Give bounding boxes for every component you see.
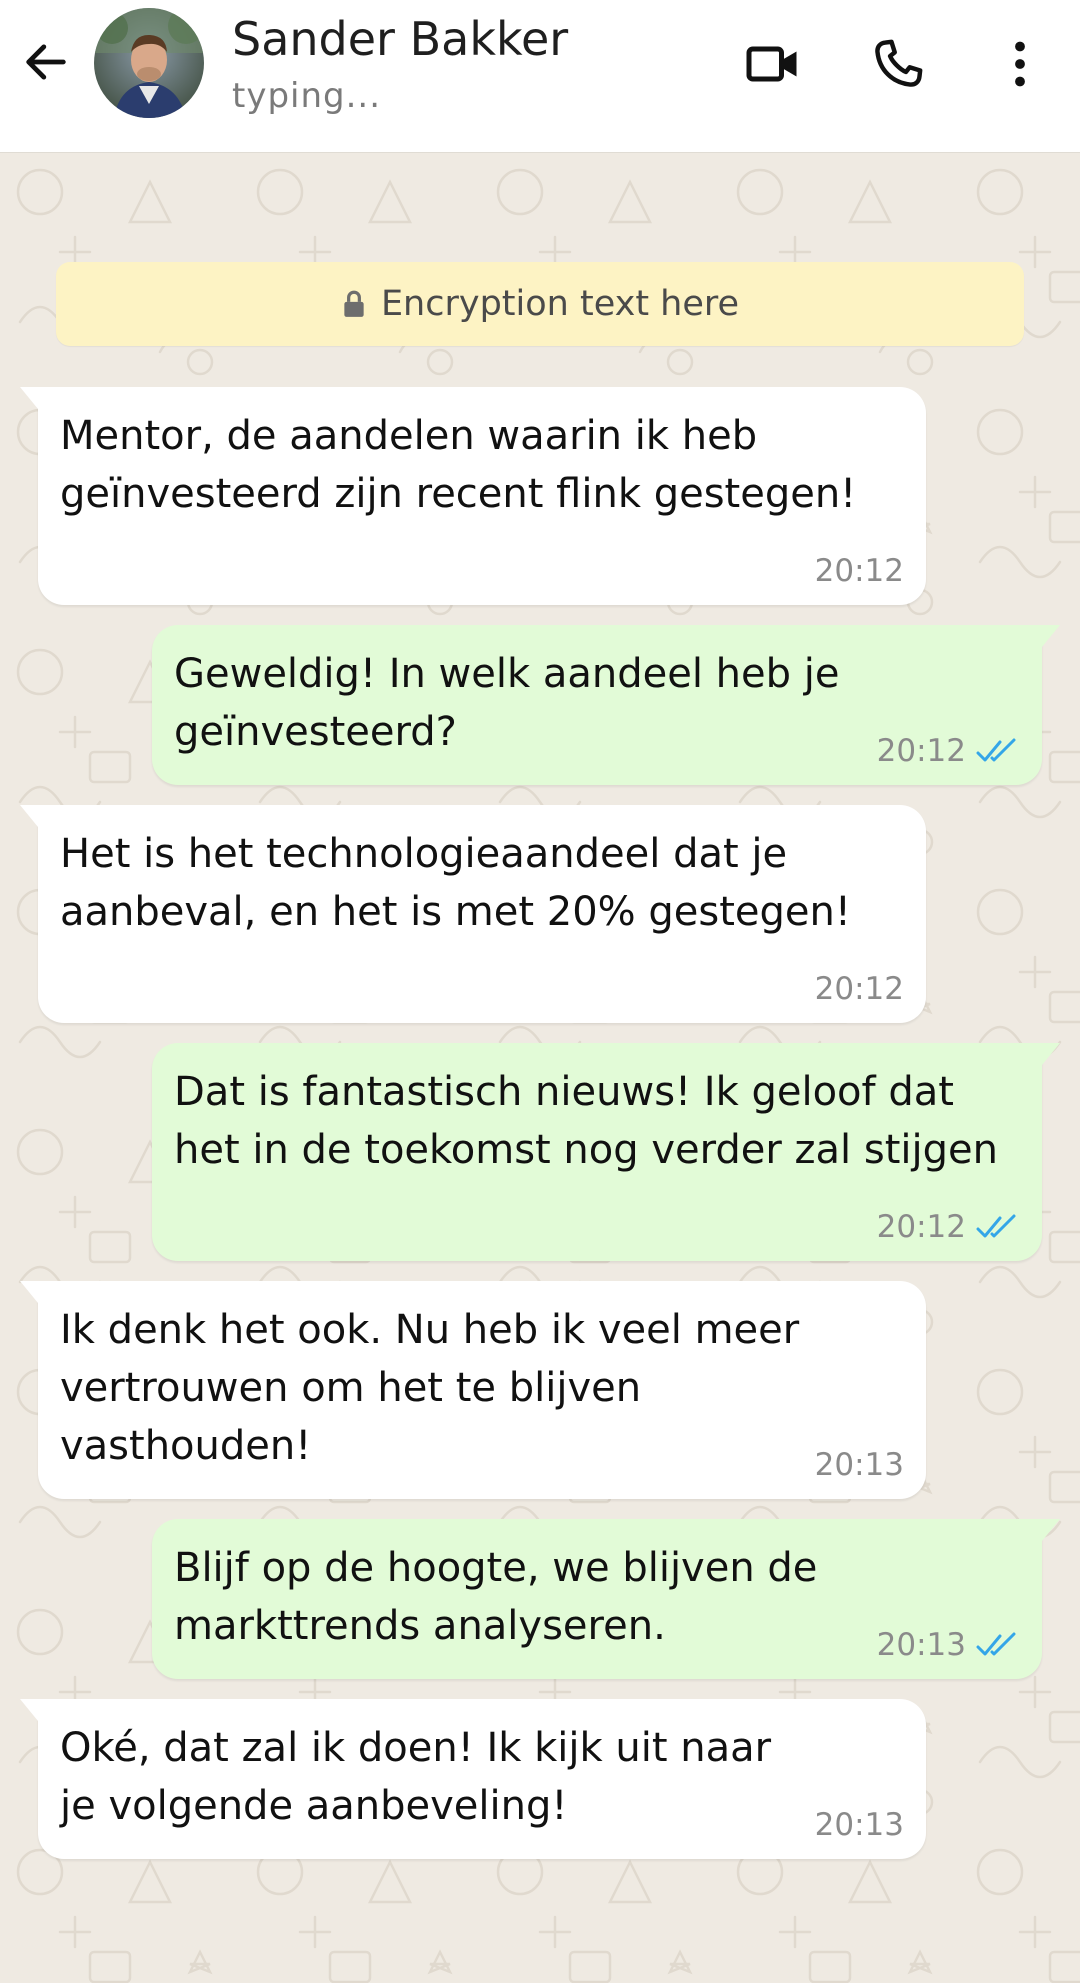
message-time: 20:13: [814, 1447, 904, 1483]
contact-name[interactable]: Sander Bakker: [232, 12, 568, 66]
encryption-text: Encryption text here: [380, 284, 740, 324]
message-text: Dat is fantastisch nieuws! Ik geloof dat…: [174, 1069, 998, 1173]
more-options-button[interactable]: [984, 28, 1056, 100]
lock-icon: [341, 289, 367, 319]
arrow-left-icon: [26, 44, 66, 80]
encryption-notice[interactable]: Encryption text here: [56, 262, 1024, 346]
voice-call-button[interactable]: [862, 28, 934, 100]
message-bubble-incoming[interactable]: Mentor, de aandelen waarin ik heb geïnve…: [20, 387, 926, 605]
message-meta: 20:12: [815, 971, 904, 1007]
avatar[interactable]: [94, 8, 204, 118]
message-text: Geweldig! In welk aandeel heb je geïnves…: [174, 651, 840, 755]
message-time: 20:13: [876, 1627, 966, 1663]
chat-header: Sander Bakker typing...: [0, 0, 1080, 152]
message-bubble-incoming[interactable]: Ik denk het ook. Nu heb ik veel meer ver…: [20, 1281, 926, 1499]
message-meta: 20:13: [815, 1447, 904, 1483]
message-time: 20:12: [876, 733, 966, 769]
message-bubble-incoming[interactable]: Het is het technologieaandeel dat je aan…: [20, 805, 926, 1023]
phone-icon: [875, 39, 923, 87]
message-meta: 20:12: [877, 733, 1020, 769]
message-meta: 20:13: [877, 1627, 1020, 1663]
back-button[interactable]: [14, 30, 78, 94]
more-vertical-icon: [1015, 41, 1025, 87]
message-time: 20:12: [876, 1209, 966, 1245]
video-camera-icon: [746, 46, 797, 82]
message-text: Mentor, de aandelen waarin ik heb geïnve…: [60, 413, 857, 517]
message-time: 20:12: [814, 971, 904, 1007]
double-check-icon: [976, 737, 1020, 765]
message-bubble-outgoing[interactable]: Blijf op de hoogte, we blijven de marktt…: [152, 1519, 1060, 1679]
video-call-button[interactable]: [738, 28, 810, 100]
message-bubble-outgoing[interactable]: Dat is fantastisch nieuws! Ik geloof dat…: [152, 1043, 1060, 1261]
message-text: Ik denk het ook. Nu heb ik veel meer ver…: [60, 1307, 800, 1469]
message-bubble-outgoing[interactable]: Geweldig! In welk aandeel heb je geïnves…: [152, 625, 1060, 785]
message-text: Oké, dat zal ik doen! Ik kijk uit naar j…: [60, 1725, 772, 1829]
message-meta: 20:12: [815, 553, 904, 589]
message-text: Blijf op de hoogte, we blijven de marktt…: [174, 1545, 818, 1649]
message-time: 20:13: [814, 1807, 904, 1843]
message-text: Het is het technologieaandeel dat je aan…: [60, 831, 851, 935]
double-check-icon: [976, 1213, 1020, 1241]
message-time: 20:12: [814, 553, 904, 589]
contact-status: typing...: [232, 76, 382, 116]
message-meta: 20:12: [877, 1209, 1020, 1245]
chat-area[interactable]: Encryption text here Mentor, de aandelen…: [0, 152, 1080, 1983]
message-meta: 20:13: [815, 1807, 904, 1843]
message-bubble-incoming[interactable]: Oké, dat zal ik doen! Ik kijk uit naar j…: [20, 1699, 926, 1859]
double-check-icon: [976, 1631, 1020, 1659]
